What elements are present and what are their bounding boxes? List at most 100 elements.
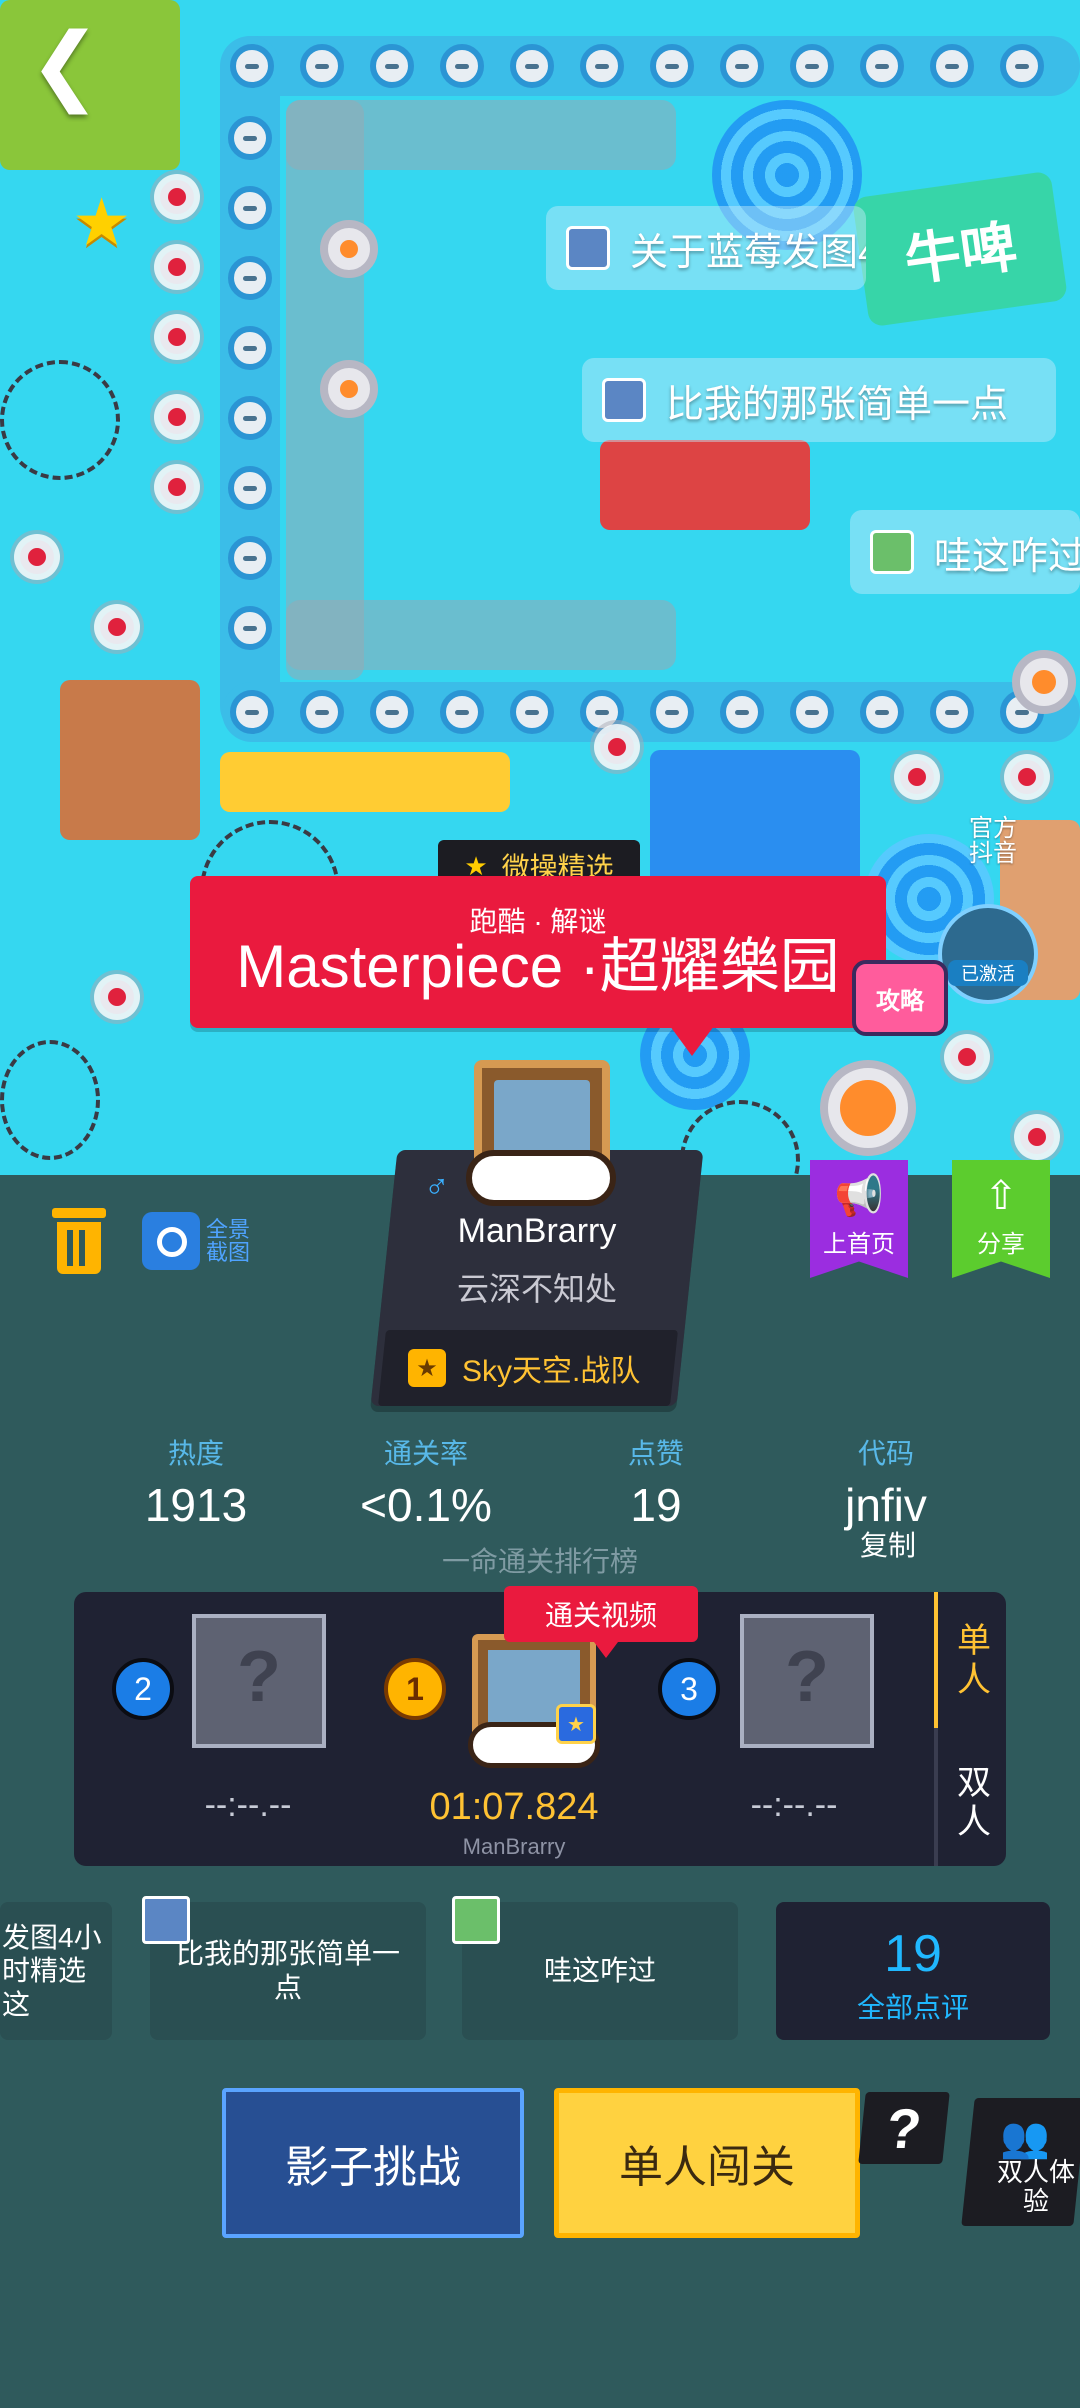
- team-row: ★ Sky天空.战队: [408, 1330, 640, 1406]
- bolt-block: [370, 690, 414, 734]
- conveyor-block: [220, 752, 510, 812]
- level-title: Masterpiece ·超耀樂园: [236, 933, 840, 1000]
- bolt-block: [510, 690, 554, 734]
- bolt-block: [228, 536, 272, 580]
- feature-home-button[interactable]: 📢 上首页: [810, 1160, 908, 1278]
- comment-text: 哇这咋过: [543, 1955, 656, 1987]
- activated-badge[interactable]: 已激活: [938, 904, 1038, 1004]
- thorn-hazard: [0, 360, 120, 480]
- chat-text: 比我的那张简单一点: [666, 383, 1009, 426]
- author-motto: 云深不知处: [456, 1271, 617, 1307]
- bolt-block: [720, 690, 764, 734]
- stat-value: <0.1%: [360, 1479, 492, 1531]
- male-icon: ♂: [424, 1168, 450, 1206]
- spike-hazard: [160, 470, 194, 504]
- shadow-challenge-button[interactable]: 影子挑战: [222, 2088, 524, 2238]
- help-button[interactable]: ?: [858, 2092, 950, 2164]
- track-segment: [286, 100, 676, 170]
- spike-hazard: [160, 250, 194, 284]
- spike-hazard: [20, 540, 54, 574]
- bolt-block: [1000, 44, 1044, 88]
- chat-bubble: 比我的那张简单一点: [582, 358, 1056, 442]
- share-icon: ⇧: [984, 1174, 1018, 1218]
- mode-active-indicator: [934, 1592, 938, 1728]
- panorama-screenshot-label[interactable]: 全景截图: [206, 1218, 266, 1264]
- bolt-block: [650, 690, 694, 734]
- bolt-block: [228, 466, 272, 510]
- rank-badge: 1: [384, 1658, 446, 1720]
- megaphone-icon: 📢: [834, 1174, 884, 1218]
- trash-icon[interactable]: [52, 1208, 106, 1274]
- bolt-block: [790, 690, 834, 734]
- stat-label: 热度: [167, 1438, 224, 1469]
- comment-card[interactable]: 发图4小时精选这: [0, 1902, 112, 2040]
- reviews-label: 全部点评: [856, 1992, 969, 2023]
- copy-code-button[interactable]: 复制: [858, 1524, 918, 1564]
- trophy-icon: ★: [556, 1704, 596, 1744]
- bolt-block: [440, 44, 484, 88]
- spike-hazard: [1020, 1120, 1054, 1154]
- chat-text: 关于蓝莓发图4小时精选这: [630, 231, 866, 274]
- track-segment: [286, 600, 676, 670]
- gear-block: [820, 1060, 916, 1156]
- spike-hazard: [1010, 760, 1044, 794]
- bolt-block: [228, 186, 272, 230]
- bolt-block: [930, 44, 974, 88]
- tab-solo[interactable]: 单人: [944, 1622, 1004, 1700]
- stat-clear-rate: 通关率 <0.1%: [326, 1432, 526, 1532]
- empty-player-slot: ?: [192, 1614, 326, 1748]
- leaderboard-title: 一命通关排行榜: [441, 1546, 638, 1577]
- bolt-block: [228, 116, 272, 160]
- bolt-block: [650, 44, 694, 88]
- thorn-hazard: [0, 1040, 100, 1160]
- comment-card[interactable]: 哇这咋过: [462, 1902, 738, 2040]
- share-button[interactable]: ⇧ 分享: [952, 1160, 1050, 1278]
- spike-hazard: [160, 400, 194, 434]
- solo-play-button[interactable]: 单人闯关: [554, 2088, 860, 2238]
- official-douyin-link[interactable]: 官方抖音: [968, 816, 1018, 867]
- spike-hazard: [600, 730, 634, 764]
- avatar: [566, 226, 610, 270]
- author-name[interactable]: ManBrarry: [400, 1212, 674, 1251]
- spike-hazard: [160, 320, 194, 354]
- gear-block: [1012, 650, 1076, 714]
- avatar: [142, 1896, 190, 1944]
- stat-code: 代码 jnfiv: [786, 1432, 986, 1532]
- beer-sticker: 牛啤: [851, 170, 1069, 328]
- chat-bubble: 哇这咋过: [850, 510, 1080, 594]
- record-time: --:--.--: [750, 1786, 838, 1824]
- bolt-block: [790, 44, 834, 88]
- all-reviews-button[interactable]: 19 全部点评: [776, 1902, 1050, 2040]
- rank-badge: 2: [112, 1658, 174, 1720]
- avatar: [452, 1896, 500, 1944]
- activated-label: 已激活: [948, 960, 1028, 986]
- crate-block: [60, 680, 200, 840]
- tab-duo[interactable]: 双人: [944, 1764, 1004, 1842]
- team-name[interactable]: Sky天空.战队: [462, 1346, 640, 1390]
- bolt-block: [860, 690, 904, 734]
- bolt-block: [580, 690, 624, 734]
- sticker-text: 牛啤: [900, 213, 1021, 292]
- bolt-block: [510, 44, 554, 88]
- bolt-block: [230, 690, 274, 734]
- stat-label: 代码: [857, 1438, 914, 1469]
- gear-block: [320, 360, 378, 418]
- camera-icon[interactable]: [142, 1212, 200, 1270]
- stat-value: 19: [630, 1479, 682, 1531]
- comment-card[interactable]: 比我的那张简单一点: [150, 1902, 426, 2040]
- feature-home-label: 上首页: [823, 1231, 895, 1258]
- guide-button[interactable]: 攻略: [852, 960, 948, 1036]
- stat-label: 通关率: [383, 1438, 468, 1469]
- chat-text: 哇这咋过: [934, 535, 1080, 578]
- stat-value: 1913: [144, 1479, 248, 1531]
- back-button[interactable]: ❮: [0, 0, 130, 130]
- spike-hazard: [950, 1040, 984, 1074]
- stat-heat: 热度 1913: [96, 1432, 296, 1532]
- duo-trial-label: 双人体验: [996, 2157, 1075, 2216]
- record-time: 01:07.824: [429, 1786, 599, 1828]
- tnt-block: [600, 440, 810, 530]
- bolt-block: [228, 326, 272, 370]
- clear-video-button[interactable]: 通关视频: [504, 1586, 698, 1658]
- bolt-block: [580, 44, 624, 88]
- bolt-block: [440, 690, 484, 734]
